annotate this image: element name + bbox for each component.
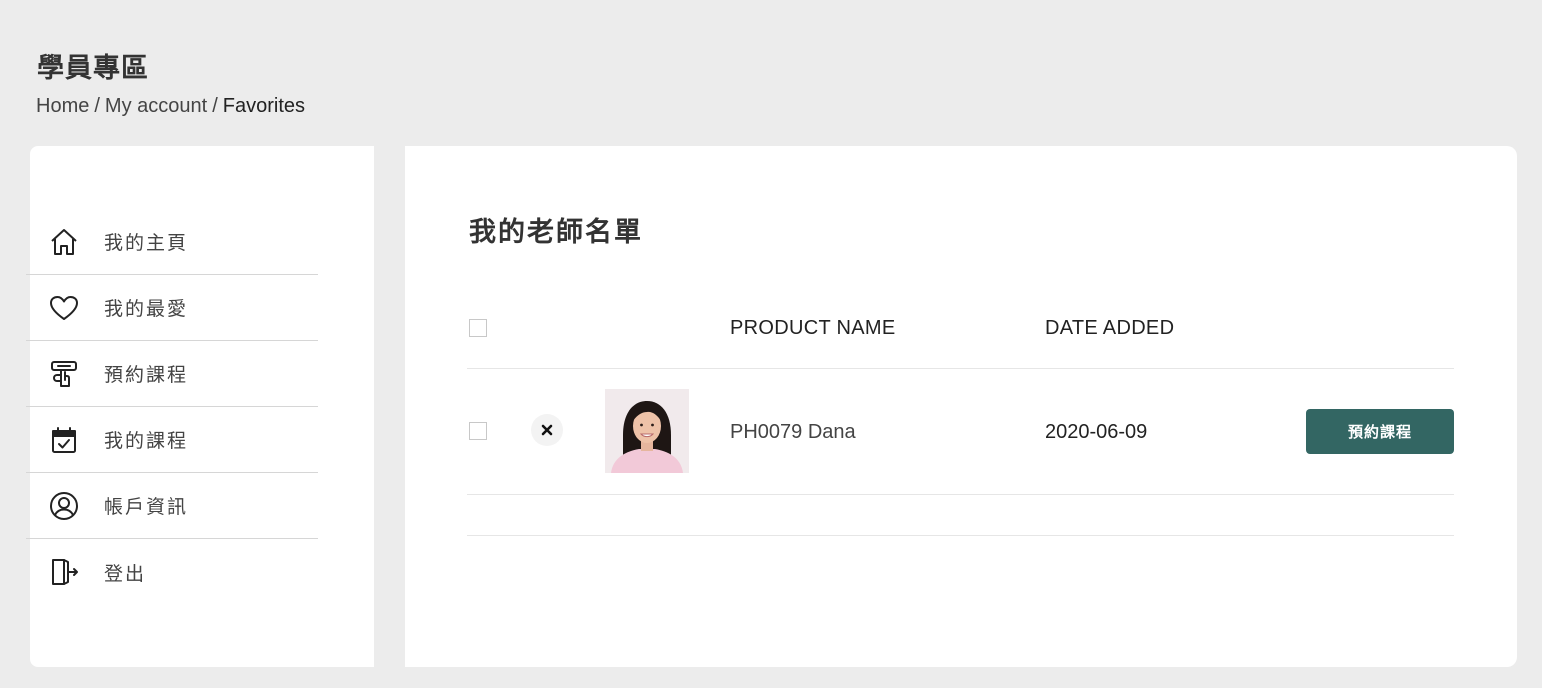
- breadcrumb-my-account-link[interactable]: My account: [105, 95, 207, 117]
- sidebar-item-label: 預約課程: [104, 364, 189, 386]
- page: 學員專區 Home / My account / Favorites 我的主頁 我的最愛: [0, 0, 1542, 688]
- breadcrumb-home-link[interactable]: Home: [36, 95, 89, 117]
- logout-door-icon: [48, 556, 80, 588]
- sidebar-nav: 我的主頁 我的最愛 預約課程 我的課程 帳戶資訊 登出: [26, 209, 318, 605]
- select-all-checkbox[interactable]: [469, 319, 487, 337]
- page-title: 學員專區: [37, 53, 149, 84]
- column-header-date-added: DATE ADDED: [1045, 317, 1175, 339]
- main-panel: 我的老師名單 PRODUCT NAME DATE ADDED PH0079 Da…: [405, 146, 1517, 667]
- book-lesson-button[interactable]: 預約課程: [1306, 409, 1454, 454]
- table-footer-divider: [467, 535, 1454, 536]
- row-divider: [467, 494, 1454, 495]
- row-select-checkbox[interactable]: [469, 422, 487, 440]
- user-circle-icon: [48, 490, 80, 522]
- date-added: 2020-06-09: [1045, 421, 1148, 443]
- sidebar-item-favorites[interactable]: 我的最愛: [26, 275, 318, 341]
- breadcrumb-current: Favorites: [222, 95, 305, 117]
- booking-hand-icon: [48, 358, 80, 390]
- sidebar-item-logout[interactable]: 登出: [26, 539, 318, 605]
- breadcrumb-separator: /: [212, 95, 218, 117]
- teacher-photo[interactable]: [605, 389, 689, 473]
- sidebar-item-my-courses[interactable]: 我的課程: [26, 407, 318, 473]
- sidebar-item-label: 我的最愛: [104, 298, 189, 320]
- sidebar-item-dashboard[interactable]: 我的主頁: [26, 209, 318, 275]
- sidebar-item-book-lesson[interactable]: 預約課程: [26, 341, 318, 407]
- breadcrumb: Home / My account / Favorites: [36, 95, 305, 118]
- heart-icon: [48, 292, 80, 324]
- sidebar-item-label: 我的主頁: [104, 232, 189, 254]
- sidebar-item-account-info[interactable]: 帳戶資訊: [26, 473, 318, 539]
- product-name-link[interactable]: PH0079 Dana: [730, 421, 856, 444]
- close-icon: [541, 424, 553, 436]
- sidebar-item-label: 登出: [104, 562, 147, 585]
- remove-button[interactable]: [531, 414, 563, 446]
- header-divider: [467, 368, 1454, 369]
- home-icon: [48, 226, 80, 258]
- sidebar-item-label: 帳戶資訊: [104, 496, 189, 518]
- column-header-product-name: PRODUCT NAME: [730, 317, 896, 339]
- main-title: 我的老師名單: [469, 217, 643, 248]
- calendar-check-icon: [48, 424, 80, 456]
- sidebar-item-label: 我的課程: [104, 430, 189, 452]
- breadcrumb-separator: /: [94, 95, 100, 117]
